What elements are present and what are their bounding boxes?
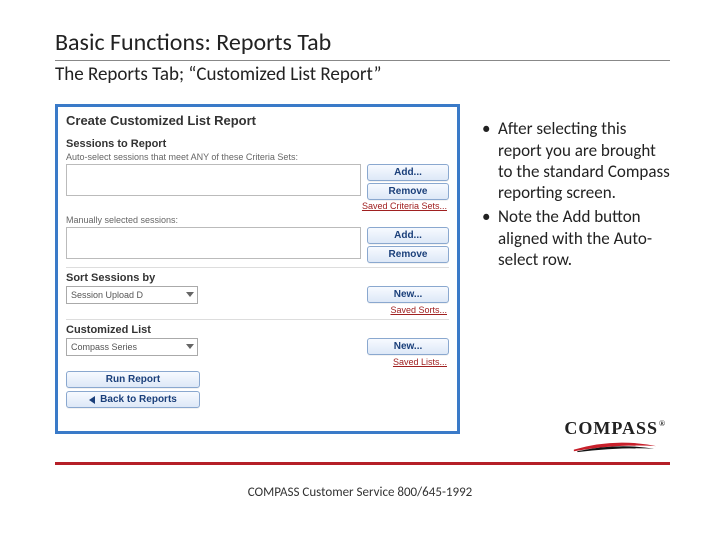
new-sort-button[interactable]: New... xyxy=(367,286,449,303)
arrow-left-icon xyxy=(89,396,95,404)
customized-list-heading: Customized List xyxy=(66,324,449,336)
add-criteria-button[interactable]: Add... xyxy=(367,164,449,181)
manual-select-listbox[interactable] xyxy=(66,227,361,259)
slide-subtitle: The Reports Tab; “Customized List Report… xyxy=(55,63,670,86)
footer-text: COMPASS Customer Service 800/645-1992 xyxy=(0,485,720,500)
divider xyxy=(66,319,449,320)
add-manual-button[interactable]: Add... xyxy=(367,227,449,244)
remove-manual-button[interactable]: Remove xyxy=(367,246,449,263)
new-list-button[interactable]: New... xyxy=(367,338,449,355)
sort-heading: Sort Sessions by xyxy=(66,272,449,284)
run-report-button[interactable]: Run Report xyxy=(66,371,200,388)
list-item: After selecting this report you are brou… xyxy=(480,118,670,203)
sessions-heading: Sessions to Report xyxy=(66,138,449,150)
manual-select-label: Manually selected sessions: xyxy=(66,215,449,225)
logo-swoosh-icon xyxy=(572,441,658,453)
slide-title: Basic Functions: Reports Tab xyxy=(55,30,670,56)
logo-text: COMPASS xyxy=(564,418,658,438)
back-label: Back to Reports xyxy=(100,394,177,405)
list-select[interactable]: Compass Series xyxy=(66,338,198,356)
saved-sorts-link[interactable]: Saved Sorts... xyxy=(66,305,447,315)
saved-criteria-link[interactable]: Saved Criteria Sets... xyxy=(66,201,447,211)
sort-select[interactable]: Session Upload D xyxy=(66,286,198,304)
back-to-reports-button[interactable]: Back to Reports xyxy=(66,391,200,408)
auto-select-label: Auto-select sessions that meet ANY of th… xyxy=(66,152,449,162)
panel-heading: Create Customized List Report xyxy=(66,113,449,128)
list-item: Note the Add button aligned with the Aut… xyxy=(480,206,670,270)
saved-lists-link[interactable]: Saved Lists... xyxy=(66,357,447,367)
divider xyxy=(66,267,449,268)
run-report-label: Run Report xyxy=(106,374,160,385)
accent-rule xyxy=(55,462,670,465)
compass-logo: COMPASS® xyxy=(564,418,665,458)
auto-select-listbox[interactable] xyxy=(66,164,361,196)
remove-criteria-button[interactable]: Remove xyxy=(367,183,449,200)
bullet-list: After selecting this report you are brou… xyxy=(480,118,670,270)
registered-mark: ® xyxy=(659,419,666,428)
title-divider xyxy=(55,60,670,61)
embedded-screenshot: Create Customized List Report Sessions t… xyxy=(55,104,460,434)
